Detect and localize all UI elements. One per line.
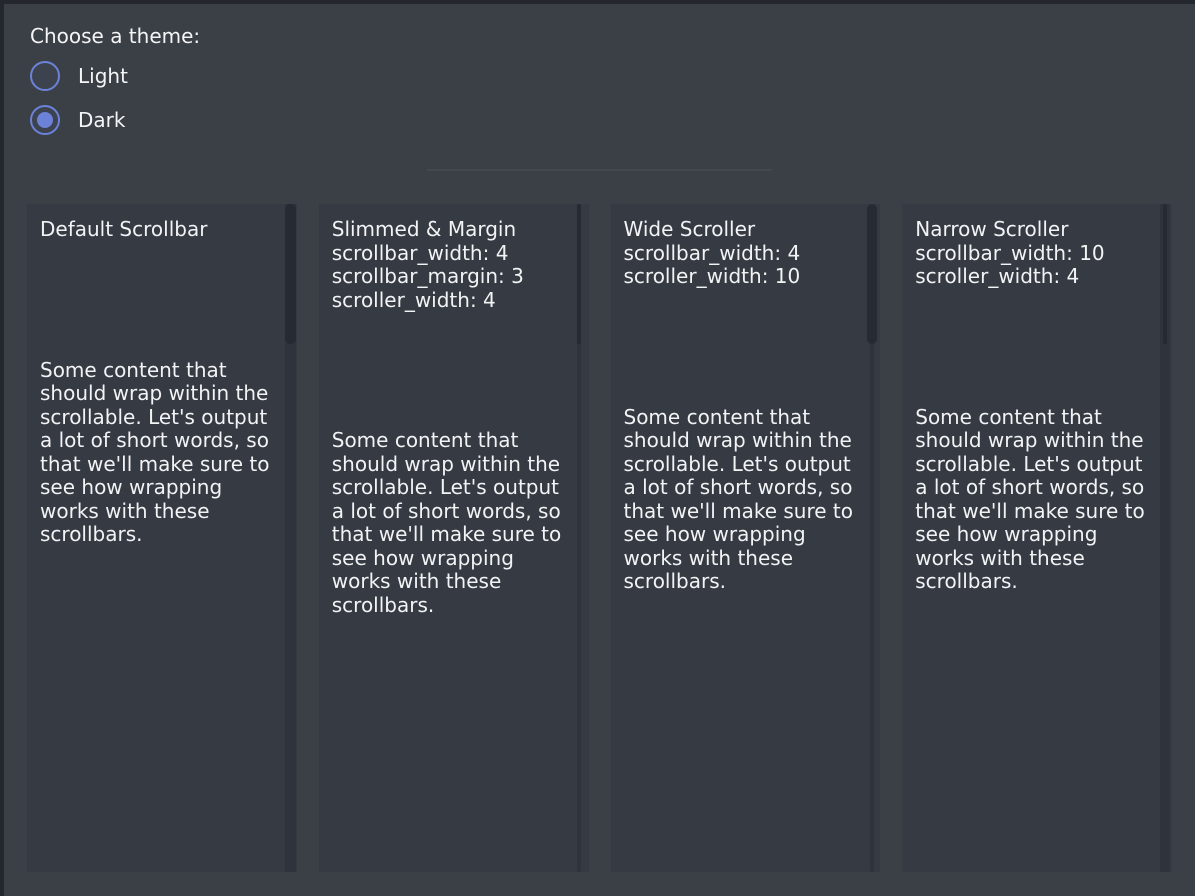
panel-body-text: Some content that should wrap within the… [40,359,278,547]
panel-config-line: scrollbar_width: 10 [915,242,1172,266]
panel-config-line: scroller_width: 4 [915,265,1172,289]
scrollable-panel-slimmed-margin[interactable]: Slimmed & Margin scrollbar_width: 4 scro… [319,204,589,872]
radio-dot-1 [37,112,53,128]
panel-config-line: scroller_width: 4 [332,289,589,313]
panel-body-text: Some content that should wrap within the… [624,406,862,594]
scrollbar-thumb[interactable] [867,204,877,344]
radio-option-dark[interactable]: Dark [30,105,1195,135]
panel-config-line: scroller_width: 10 [624,265,881,289]
radio-circle-light[interactable] [30,61,60,91]
scrollable-panel-default[interactable]: Default Scrollbar Some content that shou… [27,204,297,872]
scrollbar-thumb[interactable] [1163,204,1167,344]
scrollbar-thumb[interactable] [285,204,296,344]
panel-header: Slimmed & Margin scrollbar_width: 4 scro… [332,218,589,312]
radio-label-light[interactable]: Light [78,64,128,88]
theme-chooser: Choose a theme: Light Dark [4,4,1195,135]
panel-title: Slimmed & Margin [332,218,589,242]
panel-header: Wide Scroller scrollbar_width: 4 scrolle… [624,218,881,289]
panel-title: Wide Scroller [624,218,881,242]
panel-config-line: scrollbar_width: 4 [624,242,881,266]
radio-label-dark[interactable]: Dark [78,108,125,132]
panel-config-line: scrollbar_margin: 3 [332,265,589,289]
horizontal-divider [427,169,772,171]
theme-chooser-label: Choose a theme: [30,24,1195,48]
panel-header: Default Scrollbar [40,218,297,242]
panel-header: Narrow Scroller scrollbar_width: 10 scro… [915,218,1172,289]
scrollbar-thumb[interactable] [577,204,581,344]
panel-body-text: Some content that should wrap within the… [915,406,1153,594]
panel-title: Default Scrollbar [40,218,297,242]
panel-title: Narrow Scroller [915,218,1172,242]
panel-config-line: scrollbar_width: 4 [332,242,589,266]
radio-option-light[interactable]: Light [30,61,1195,91]
panel-body-text: Some content that should wrap within the… [332,429,570,617]
scrollable-panel-narrow-scroller[interactable]: Narrow Scroller scrollbar_width: 10 scro… [902,204,1172,872]
app-window: Choose a theme: Light Dark Default Scrol… [0,0,1195,896]
scrollable-panel-wide-scroller[interactable]: Wide Scroller scrollbar_width: 4 scrolle… [611,204,881,872]
radio-circle-dark[interactable] [30,105,60,135]
scrollable-panels-row: Default Scrollbar Some content that shou… [4,204,1195,872]
